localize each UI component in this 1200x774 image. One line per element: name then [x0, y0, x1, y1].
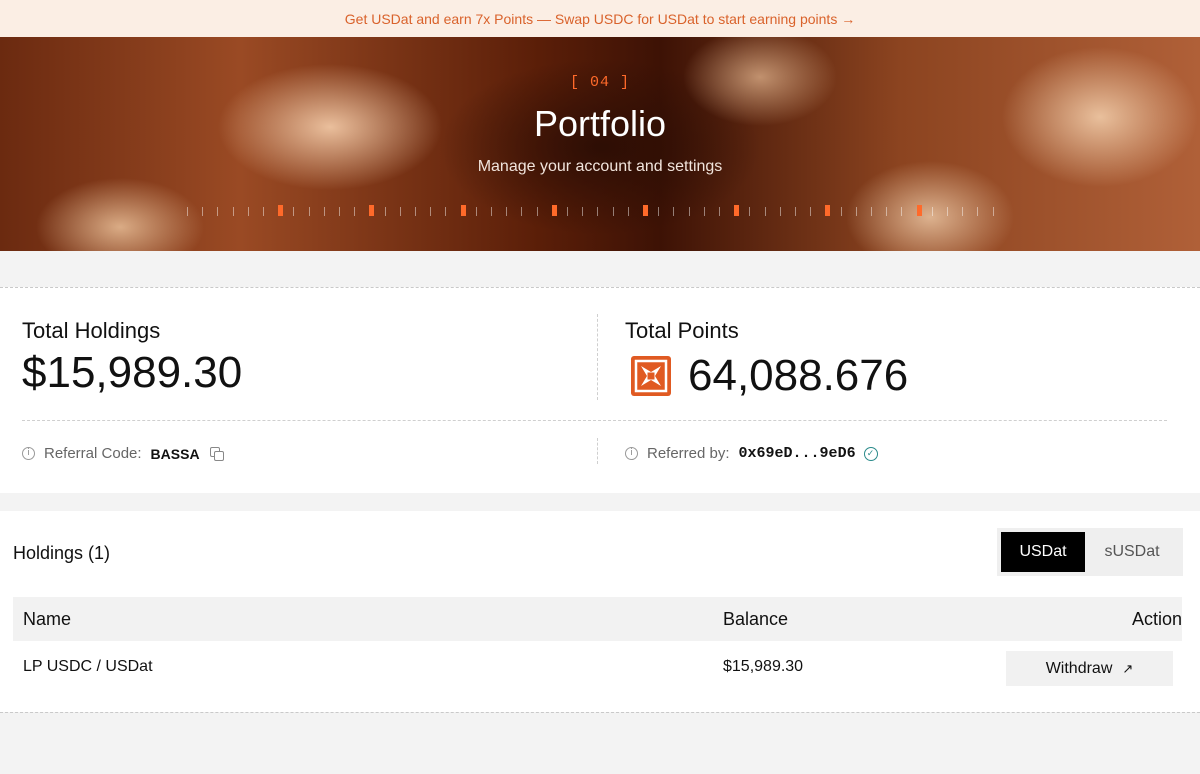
tick [627, 207, 629, 216]
tick [354, 207, 356, 216]
tick [582, 207, 584, 216]
hero-section: [ 04 ] Portfolio Manage your account and… [0, 37, 1200, 251]
total-points-panel: Total Points 64,088.676 i Referred by: 0… [625, 288, 1170, 494]
tick [977, 207, 979, 216]
tick-major [916, 205, 922, 216]
tick [339, 207, 340, 216]
divider [597, 438, 598, 464]
tick [688, 207, 690, 216]
points-logo-icon [631, 356, 671, 396]
withdraw-label: Withdraw [1045, 659, 1113, 677]
total-holdings-label: Total Holdings [22, 318, 161, 343]
tick [445, 207, 447, 216]
copy-icon[interactable] [209, 446, 224, 461]
tick [202, 207, 204, 216]
check-circle-icon: ✓ [863, 446, 878, 461]
referral-code-row: i Referral Code: BASSA [22, 445, 224, 462]
tick [703, 207, 705, 216]
tick [506, 207, 508, 216]
column-header-balance: Balance [723, 609, 789, 629]
tick [795, 207, 796, 216]
tick [855, 207, 857, 216]
tick [597, 207, 599, 216]
tick-major [369, 205, 375, 216]
column-header-name: Name [23, 609, 72, 629]
tick-major [460, 205, 466, 216]
tick [430, 207, 432, 216]
page-title: Portfolio [533, 103, 667, 144]
tick [931, 207, 933, 216]
referral-code-label: Referral Code: [44, 445, 142, 462]
toggle-susdat[interactable]: sUSDat [1085, 532, 1179, 572]
tick [673, 207, 675, 216]
tick-major [643, 205, 648, 216]
divider [0, 712, 1200, 713]
tick [992, 207, 994, 216]
total-holdings-panel: Total Holdings $15,989.30 i Referral Cod… [22, 288, 592, 494]
tick [475, 207, 477, 216]
referred-by-row: i Referred by: 0x69eD...9eD6 ✓ [625, 445, 878, 462]
column-header-action: Action [1131, 609, 1182, 629]
tick [491, 207, 492, 216]
referred-by-label: Referred by: [647, 445, 730, 462]
tick [764, 207, 766, 216]
tick [567, 207, 568, 216]
arrow-up-right-icon: ↗ [1122, 660, 1134, 676]
tick [947, 207, 948, 216]
tick [719, 207, 720, 216]
tick [779, 207, 781, 216]
tick [308, 207, 310, 216]
info-icon: i [22, 447, 35, 460]
token-toggle: USDat sUSDat [997, 528, 1183, 576]
total-points-value: 64,088.676 [688, 351, 909, 400]
tick [415, 207, 416, 216]
total-points-label: Total Points [625, 318, 739, 343]
tick [840, 207, 842, 216]
promo-banner-link[interactable]: Get USDat and earn 7x Points — Swap USDC… [345, 11, 855, 27]
info-icon: i [625, 447, 638, 460]
tick [247, 207, 249, 216]
tick [217, 207, 219, 216]
tick [232, 207, 234, 216]
section-number: [ 04 ] [569, 74, 630, 91]
total-holdings-value: $15,989.30 [22, 348, 243, 397]
table-row: LP USDC / USDat $15,989.30 Withdraw ↗ [13, 641, 1182, 695]
tick-major [551, 205, 557, 216]
toggle-usdat[interactable]: USDat [1001, 532, 1085, 572]
referral-code-value: BASSA [150, 445, 200, 462]
account-summary: Total Holdings $15,989.30 i Referral Cod… [0, 287, 1200, 493]
withdraw-button[interactable]: Withdraw ↗ [1006, 651, 1173, 686]
tick [810, 207, 812, 216]
tick [962, 207, 964, 216]
tick [263, 207, 264, 216]
tick [612, 207, 614, 216]
tick [886, 207, 888, 216]
table-header: Name Balance Action [13, 597, 1182, 641]
tick [901, 207, 903, 216]
page-subtitle: Manage your account and settings [477, 158, 723, 175]
tick [521, 207, 523, 216]
holding-name: LP USDC / USDat [23, 658, 153, 675]
tick [658, 207, 660, 216]
decorative-tick-ruler [187, 205, 997, 217]
total-points-row: 64,088.676 [630, 351, 909, 400]
holdings-section: Holdings (1) USDat sUSDat Name Balance A… [0, 511, 1200, 712]
divider [597, 314, 598, 400]
referred-by-address: 0x69eD...9eD6 [738, 445, 856, 462]
tick [399, 207, 401, 216]
tick [871, 207, 872, 216]
tick [749, 207, 751, 216]
promo-banner: Get USDat and earn 7x Points — Swap USDC… [0, 0, 1200, 37]
tick-major [825, 205, 831, 216]
tick [384, 207, 386, 216]
holding-balance: $15,989.30 [723, 658, 804, 675]
holdings-title: Holdings (1) [13, 543, 111, 563]
tick [536, 207, 538, 216]
tick [187, 207, 188, 216]
tick-major [278, 205, 284, 216]
tick [323, 207, 325, 216]
tick [293, 207, 295, 216]
tick-major [734, 205, 740, 216]
